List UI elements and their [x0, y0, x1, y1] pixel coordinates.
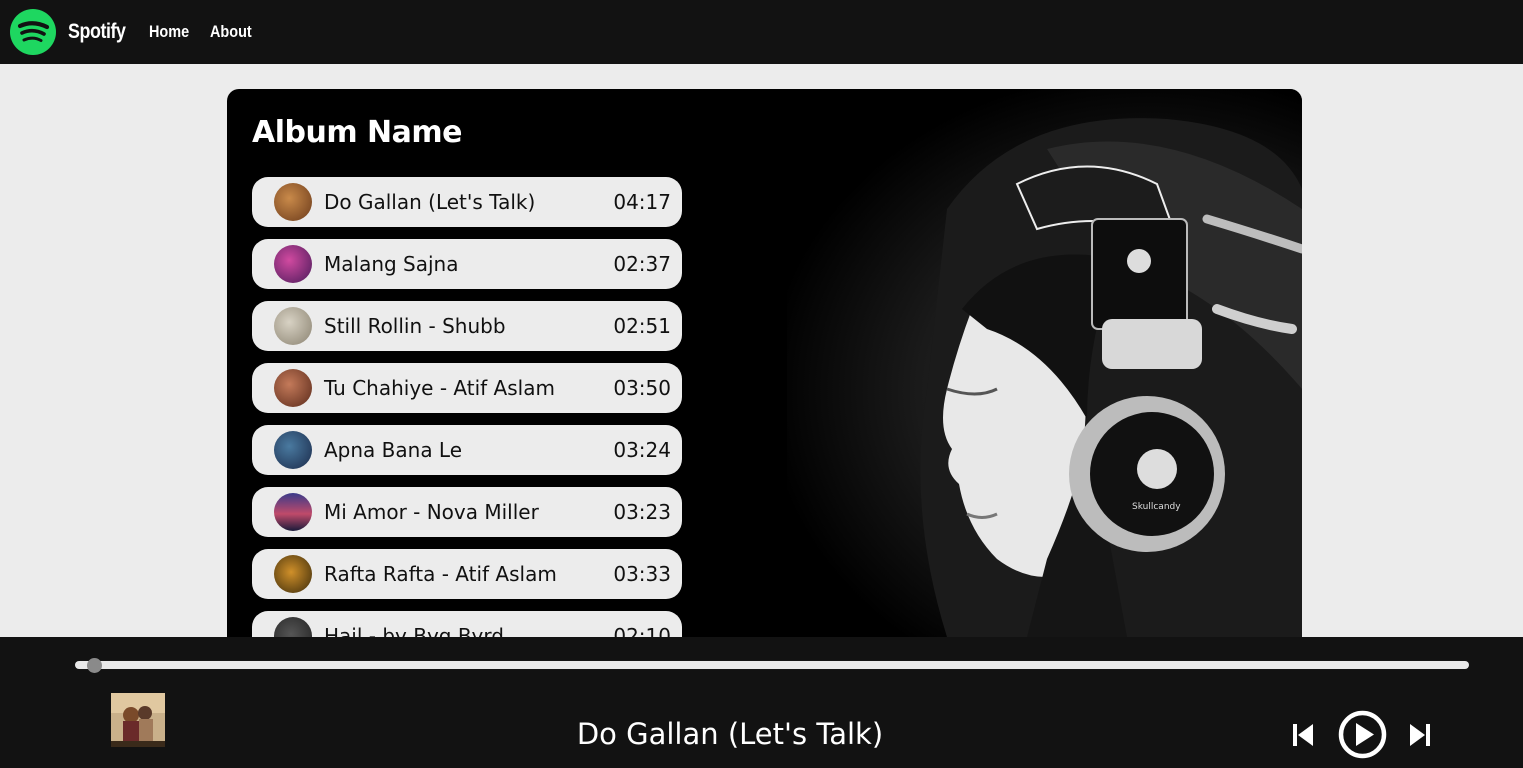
song-item[interactable]: Tu Chahiye - Atif Aslam 03:50	[252, 363, 682, 413]
song-thumbnail	[274, 369, 312, 407]
album-art-image: Skullcandy	[787, 89, 1302, 637]
nav-about-link[interactable]: About	[210, 22, 252, 42]
now-playing-title: Do Gallan (Let's Talk)	[576, 717, 884, 751]
song-item[interactable]: Apna Bana Le 03:24	[252, 425, 682, 475]
song-thumbnail	[274, 183, 312, 221]
song-thumbnail	[274, 307, 312, 345]
song-title: Hail - by Byg Byrd	[324, 624, 504, 637]
song-title: Apna Bana Le	[324, 438, 463, 462]
song-duration: 02:51	[613, 314, 671, 338]
album-container: Skullcandy Album Name Do Gallan (Let's T…	[227, 89, 1302, 637]
song-list: Do Gallan (Let's Talk) 04:17 Malang Sajn…	[252, 177, 682, 637]
spotify-logo-icon[interactable]	[10, 9, 56, 55]
song-thumbnail	[274, 493, 312, 531]
song-duration: 03:33	[613, 562, 671, 586]
song-item[interactable]: Hail - by Byg Byrd 02:10	[252, 611, 682, 637]
song-item[interactable]: Malang Sajna 02:37	[252, 239, 682, 289]
song-duration: 02:10	[613, 624, 671, 637]
song-title: Still Rollin - Shubb	[324, 314, 506, 338]
song-title: Tu Chahiye - Atif Aslam	[324, 376, 555, 400]
song-duration: 02:37	[613, 252, 671, 276]
song-duration: 03:23	[613, 500, 671, 524]
song-duration: 04:17	[613, 190, 671, 214]
song-item[interactable]: Do Gallan (Let's Talk) 04:17	[252, 177, 682, 227]
player-bar: Do Gallan (Let's Talk)	[0, 637, 1523, 768]
song-item[interactable]: Mi Amor - Nova Miller 03:23	[252, 487, 682, 537]
svg-text:Skullcandy: Skullcandy	[1132, 502, 1181, 512]
song-thumbnail	[274, 431, 312, 469]
album-title: Album Name	[252, 115, 463, 150]
brand-name[interactable]: Spotify	[68, 20, 126, 44]
song-duration: 03:50	[613, 376, 671, 400]
song-thumbnail	[274, 617, 312, 637]
play-button[interactable]	[1338, 710, 1387, 763]
song-title: Rafta Rafta - Atif Aslam	[324, 562, 557, 586]
song-item[interactable]: Still Rollin - Shubb 02:51	[252, 301, 682, 351]
song-title: Do Gallan (Let's Talk)	[324, 190, 536, 214]
song-duration: 03:24	[613, 438, 671, 462]
song-thumbnail	[274, 555, 312, 593]
song-title: Malang Sajna	[324, 252, 459, 276]
next-track-icon[interactable]	[1409, 723, 1431, 751]
song-item[interactable]: Rafta Rafta - Atif Aslam 03:33	[252, 549, 682, 599]
song-thumbnail	[274, 245, 312, 283]
previous-track-icon[interactable]	[1292, 723, 1314, 751]
progress-slider-handle[interactable]	[87, 658, 102, 673]
progress-track[interactable]	[75, 661, 1469, 669]
nav-home-link[interactable]: Home	[149, 22, 189, 42]
song-title: Mi Amor - Nova Miller	[324, 500, 539, 524]
